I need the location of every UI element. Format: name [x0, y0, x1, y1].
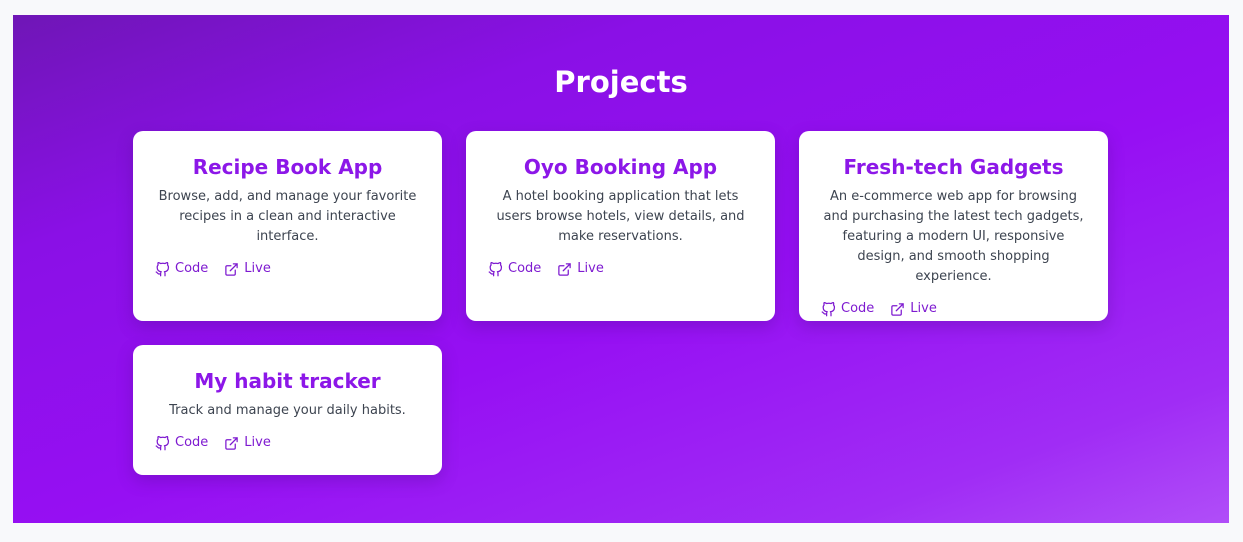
github-icon [488, 261, 503, 276]
code-link[interactable]: Code [821, 299, 874, 319]
project-title: Fresh-tech Gadgets [843, 155, 1064, 179]
live-link[interactable]: Live [224, 259, 271, 279]
project-description: Browse, add, and manage your favorite re… [158, 189, 417, 244]
external-link-icon [225, 436, 239, 450]
live-link-label: Live [910, 301, 937, 316]
project-description: An e-commerce web app for browsing and p… [823, 189, 1084, 284]
code-link[interactable]: Code [155, 259, 208, 279]
live-link[interactable]: Live [224, 433, 271, 453]
project-card-fresh-tech-gadgets: Fresh-tech Gadgets An e-commerce web app… [799, 131, 1108, 321]
live-link-label: Live [244, 435, 271, 450]
live-link[interactable]: Live [557, 259, 604, 279]
project-title: My habit tracker [194, 369, 381, 393]
project-links: Code Live [155, 259, 420, 279]
code-link[interactable]: Code [155, 433, 208, 453]
code-link[interactable]: Code [488, 259, 541, 279]
project-title: Recipe Book App [192, 155, 383, 179]
external-link-icon [558, 262, 572, 276]
project-description: Track and manage your daily habits. [169, 403, 406, 418]
project-card-habit-tracker: My habit tracker Track and manage your d… [133, 345, 442, 475]
github-icon [155, 435, 170, 450]
projects-section: Projects Recipe Book App Browse, add, an… [13, 15, 1229, 523]
external-link-icon [891, 302, 905, 316]
code-link-label: Code [508, 261, 542, 276]
live-link[interactable]: Live [890, 299, 937, 319]
code-link-label: Code [175, 435, 209, 450]
project-title: Oyo Booking App [523, 155, 718, 179]
live-link-label: Live [577, 261, 604, 276]
project-links: Code Live [821, 299, 1086, 319]
section-title: Projects [554, 65, 688, 99]
external-link-icon [225, 262, 239, 276]
github-icon [155, 261, 170, 276]
project-links: Code Live [488, 259, 753, 279]
project-description: A hotel booking application that lets us… [496, 189, 745, 244]
project-card-oyo-booking: Oyo Booking App A hotel booking applicat… [466, 131, 775, 321]
github-icon [821, 301, 836, 316]
project-card-recipe-book: Recipe Book App Browse, add, and manage … [133, 131, 442, 321]
code-link-label: Code [841, 301, 875, 316]
live-link-label: Live [244, 261, 271, 276]
code-link-label: Code [175, 261, 209, 276]
project-links: Code Live [155, 433, 420, 453]
